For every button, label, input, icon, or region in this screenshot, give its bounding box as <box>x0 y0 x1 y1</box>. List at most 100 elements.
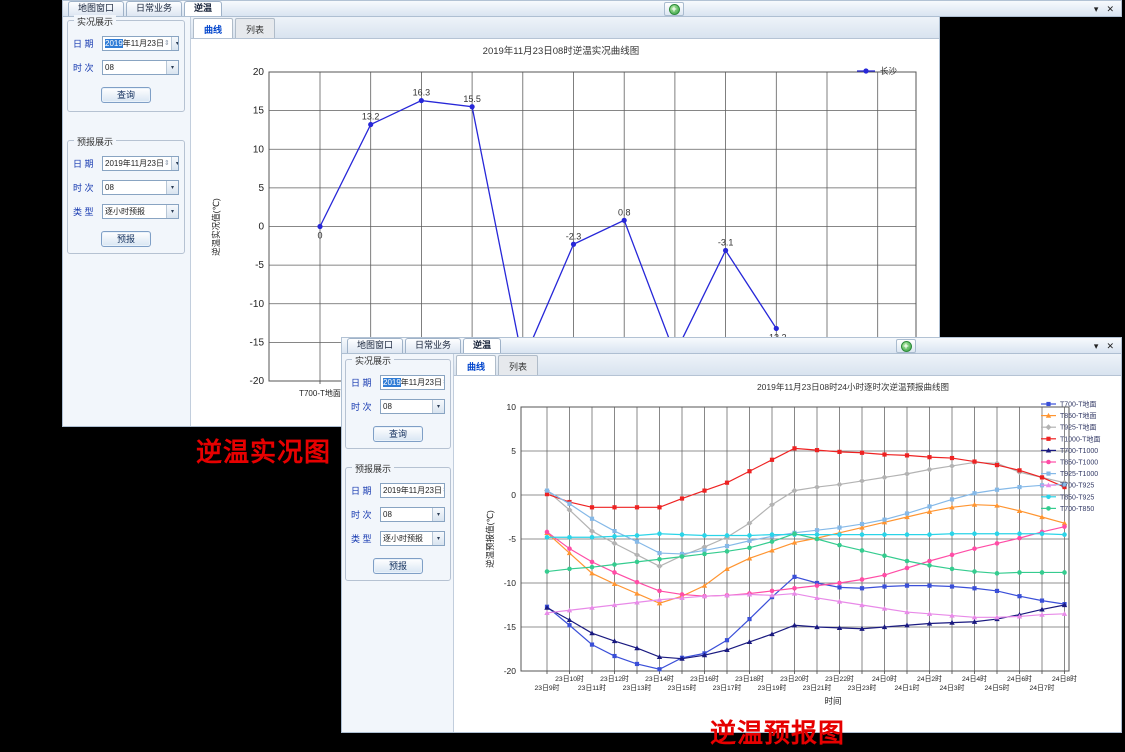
forecast-date-combobox[interactable]: 2019年11月23日 ⇕ ▾ <box>102 156 179 171</box>
date-selected-text: 2019 <box>383 378 401 387</box>
subtab-curve[interactable]: 曲线 <box>193 18 233 38</box>
add-icon: + <box>669 4 680 15</box>
window-close-icon[interactable]: ✕ <box>1106 3 1114 15</box>
forecast-time-combobox[interactable]: 08 ▾ <box>102 180 179 195</box>
tab-map-window[interactable]: 地图窗口 <box>68 1 124 16</box>
svg-text:逆温预报值(℃): 逆温预报值(℃) <box>485 510 495 568</box>
svg-text:T700-T925: T700-T925 <box>1060 483 1094 490</box>
tab-inversion[interactable]: 逆温 <box>463 338 501 353</box>
window-close-icon[interactable]: ✕ <box>1106 340 1114 352</box>
svg-text:23日10时: 23日10时 <box>555 674 584 683</box>
svg-text:23日18时: 23日18时 <box>735 674 764 683</box>
svg-text:T850-T1000: T850-T1000 <box>1060 460 1098 467</box>
live-time-combobox[interactable]: 08 ▾ <box>380 399 445 414</box>
svg-text:-10: -10 <box>504 578 517 588</box>
svg-text:T700-T地面: T700-T地面 <box>1060 400 1097 409</box>
forecast-button[interactable]: 预报 <box>373 558 423 574</box>
svg-text:T1000-T地面: T1000-T地面 <box>1060 434 1100 443</box>
time-label: 时 次 <box>351 400 380 413</box>
svg-text:13.2: 13.2 <box>362 112 380 122</box>
svg-text:16.3: 16.3 <box>413 88 431 98</box>
type-label: 类 型 <box>73 205 102 218</box>
front-side-panel: 实况展示 日 期 2019年11月23日 ⇕ ▾ 时 次 08 ▾ <box>342 354 454 732</box>
svg-text:5: 5 <box>258 183 264 194</box>
tab-daily-business[interactable]: 日常业务 <box>405 338 461 353</box>
live-date-combobox[interactable]: 2019年11月23日 ⇕ ▾ <box>102 36 179 51</box>
live-display-group: 实况展示 日 期 2019年11月23日 ⇕ ▾ 时 次 08 ▾ <box>67 20 185 112</box>
svg-text:23日14时: 23日14时 <box>645 674 674 683</box>
forecast-date-combobox[interactable]: 2019年11月23日 ⇕ ▾ <box>380 483 445 498</box>
inversion-forecast-window: 地图窗口 日常业务 逆温 + ▾ ✕ 实况展示 日 期 2019年11月23日 … <box>341 337 1122 733</box>
date-text: 年11月23日 <box>123 38 164 49</box>
svg-text:23日9时: 23日9时 <box>535 683 560 692</box>
query-button[interactable]: 查询 <box>373 426 423 442</box>
window-menu-icon[interactable]: ▾ <box>1094 3 1099 15</box>
chevron-down-icon[interactable]: ▾ <box>171 37 179 50</box>
svg-text:24日1时: 24日1时 <box>895 683 920 692</box>
forecast-type-combobox[interactable]: 逐小时预报 ▾ <box>380 531 445 546</box>
forecast-display-group: 预报展示 日 期 2019年11月23日 ⇕ ▾ 时 次 08 ▾ <box>345 467 451 581</box>
svg-text:0: 0 <box>511 490 516 500</box>
group-title: 实况展示 <box>352 354 394 367</box>
tab-inversion[interactable]: 逆温 <box>184 1 222 16</box>
spinner-icon[interactable]: ⇕ <box>164 157 170 170</box>
chevron-down-icon[interactable]: ▾ <box>166 205 178 218</box>
group-title: 实况展示 <box>74 15 116 28</box>
add-tab-button[interactable]: + <box>896 339 916 353</box>
spinner-icon[interactable]: ⇕ <box>442 484 445 497</box>
svg-text:23日19时: 23日19时 <box>758 683 787 692</box>
annotation-actual-chart-label: 逆温实况图 <box>196 432 331 469</box>
forecast-display-group: 预报展示 日 期 2019年11月23日 ⇕ ▾ 时 次 08 ▾ <box>67 140 185 254</box>
time-label: 时 次 <box>73 181 102 194</box>
subtab-list[interactable]: 列表 <box>498 355 538 375</box>
tab-map-window[interactable]: 地图窗口 <box>347 338 403 353</box>
svg-text:T700-T1000: T700-T1000 <box>1060 448 1098 455</box>
svg-text:24日5时: 24日5时 <box>985 683 1010 692</box>
date-label: 日 期 <box>73 37 102 50</box>
chevron-down-icon[interactable]: ▾ <box>432 532 444 545</box>
date-text: 2019年11月23日 <box>105 158 164 169</box>
svg-text:逆温实况值(℃): 逆温实况值(℃) <box>211 198 221 256</box>
spinner-icon[interactable]: ⇕ <box>164 37 170 50</box>
chevron-down-icon[interactable]: ▾ <box>166 61 178 74</box>
svg-text:T925-T1000: T925-T1000 <box>1060 471 1098 478</box>
svg-text:23日11时: 23日11时 <box>578 683 606 692</box>
query-button[interactable]: 查询 <box>101 87 151 103</box>
date-label: 日 期 <box>351 376 380 389</box>
svg-text:5: 5 <box>511 446 516 456</box>
chevron-down-icon[interactable]: ▾ <box>166 181 178 194</box>
forecast-type-combobox[interactable]: 逐小时预报 ▾ <box>102 204 179 219</box>
live-display-group: 实况展示 日 期 2019年11月23日 ⇕ ▾ 时 次 08 ▾ <box>345 359 451 449</box>
spinner-icon[interactable]: ⇕ <box>442 376 445 389</box>
forecast-button[interactable]: 预报 <box>101 231 151 247</box>
svg-text:长沙: 长沙 <box>880 66 898 76</box>
subtab-list[interactable]: 列表 <box>235 18 275 38</box>
live-date-combobox[interactable]: 2019年11月23日 ⇕ ▾ <box>380 375 445 390</box>
svg-text:15.5: 15.5 <box>463 94 481 104</box>
svg-text:10: 10 <box>507 402 517 412</box>
svg-text:0: 0 <box>258 222 264 233</box>
chevron-down-icon[interactable]: ▾ <box>171 157 179 170</box>
date-selected-text: 2019 <box>105 39 123 48</box>
live-time-combobox[interactable]: 08 ▾ <box>102 60 179 75</box>
forecast-time-combobox[interactable]: 08 ▾ <box>380 507 445 522</box>
tab-daily-business[interactable]: 日常业务 <box>126 1 182 16</box>
svg-text:24日2时: 24日2时 <box>917 674 942 683</box>
add-icon: + <box>901 341 912 352</box>
svg-text:-20: -20 <box>250 376 265 387</box>
svg-text:T700-T地面: T700-T地面 <box>299 388 341 398</box>
time-label: 时 次 <box>351 508 380 521</box>
subtab-curve[interactable]: 曲线 <box>456 355 496 375</box>
chevron-down-icon[interactable]: ▾ <box>432 400 444 413</box>
annotation-forecast-chart-label: 逆温预报图 <box>710 713 845 750</box>
window-menu-icon[interactable]: ▾ <box>1094 340 1099 352</box>
svg-text:2019年11月23日08时逆温实况曲线图: 2019年11月23日08时逆温实况曲线图 <box>483 45 640 57</box>
svg-text:24日4时: 24日4时 <box>962 674 987 683</box>
add-tab-button[interactable]: + <box>664 2 684 16</box>
chevron-down-icon[interactable]: ▾ <box>432 508 444 521</box>
svg-text:15: 15 <box>253 106 265 117</box>
svg-text:0.8: 0.8 <box>618 207 631 217</box>
svg-text:T850-T925: T850-T925 <box>1060 494 1094 501</box>
type-text: 逐小时预报 <box>383 533 423 544</box>
svg-text:24日6时: 24日6时 <box>1007 674 1032 683</box>
